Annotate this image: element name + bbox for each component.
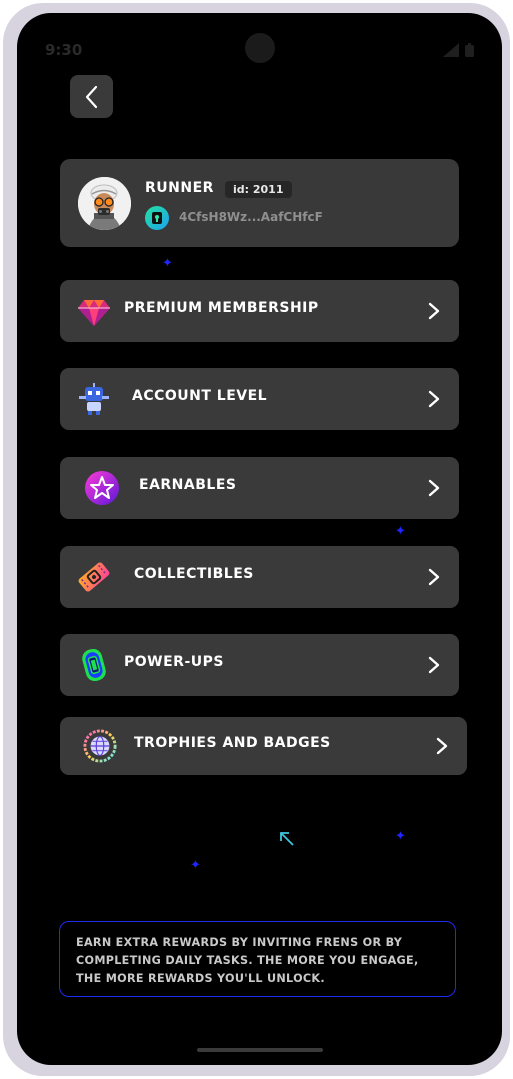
keyhole-icon	[152, 212, 162, 224]
menu-item-premium-membership[interactable]: PREMIUM MEMBERSHIP	[60, 280, 459, 342]
wallet-lock-icon	[145, 206, 169, 230]
sparkle-icon: ✦	[162, 256, 173, 271]
rewards-info-box: EARN EXTRA REWARDS BY INVITING FRENS OR …	[59, 921, 456, 997]
robot-icon	[79, 383, 109, 415]
wallet-address: 4CfsH8Wz...AafCHfcF	[179, 210, 323, 224]
menu-item-label: TROPHIES AND BADGES	[134, 735, 331, 751]
arrow-up-left-icon	[280, 832, 294, 846]
chevron-right-icon	[428, 390, 440, 408]
chevron-right-icon	[428, 568, 440, 586]
profile-name: RUNNER	[145, 180, 214, 196]
avatar-runner-icon	[78, 177, 131, 230]
globe-badge-icon	[83, 729, 117, 763]
chevron-right-icon	[428, 656, 440, 674]
sparkle-icon: ✦	[190, 858, 201, 873]
menu-item-label: PREMIUM MEMBERSHIP	[124, 300, 319, 316]
back-button[interactable]	[70, 75, 113, 118]
menu-item-account-level[interactable]: ACCOUNT LEVEL	[60, 368, 459, 430]
profile-card[interactable]: RUNNER id: 2011 4CfsH8Wz...AafCHfcF	[60, 159, 459, 247]
chevron-left-icon	[85, 85, 97, 108]
diamond-icon	[78, 300, 110, 326]
sparkle-icon: ✦	[395, 524, 406, 539]
menu-item-label: POWER-UPS	[124, 654, 224, 670]
menu-item-label: COLLECTIBLES	[134, 566, 254, 582]
camera-notch	[245, 33, 275, 63]
phone-frame: 9:30 RUNNER id: 2011 4CfsH8Wz...AafCHfcF…	[3, 3, 510, 1076]
battery-icon	[82, 648, 106, 682]
ticket-icon	[78, 562, 110, 592]
signal-icon	[443, 43, 459, 57]
user-id-badge: id: 2011	[225, 181, 292, 198]
menu-item-trophies-and-badges[interactable]: TROPHIES AND BADGES	[60, 717, 467, 775]
menu-item-power-ups[interactable]: POWER-UPS	[60, 634, 459, 696]
menu-item-collectibles[interactable]: COLLECTIBLES	[60, 546, 459, 608]
menu-item-label: EARNABLES	[139, 477, 237, 493]
battery-status-icon	[465, 43, 474, 57]
menu-item-earnables[interactable]: EARNABLES	[60, 457, 459, 519]
screen: 9:30 RUNNER id: 2011 4CfsH8Wz...AafCHfcF…	[17, 13, 502, 1065]
star-badge-icon	[85, 471, 119, 505]
chevron-right-icon	[436, 737, 448, 755]
avatar	[78, 177, 131, 230]
chevron-right-icon	[428, 479, 440, 497]
status-icons	[443, 43, 474, 57]
menu-item-label: ACCOUNT LEVEL	[132, 388, 268, 404]
status-time: 9:30	[45, 41, 83, 59]
chevron-right-icon	[428, 302, 440, 320]
home-indicator[interactable]	[197, 1048, 323, 1052]
sparkle-icon: ✦	[395, 829, 406, 844]
